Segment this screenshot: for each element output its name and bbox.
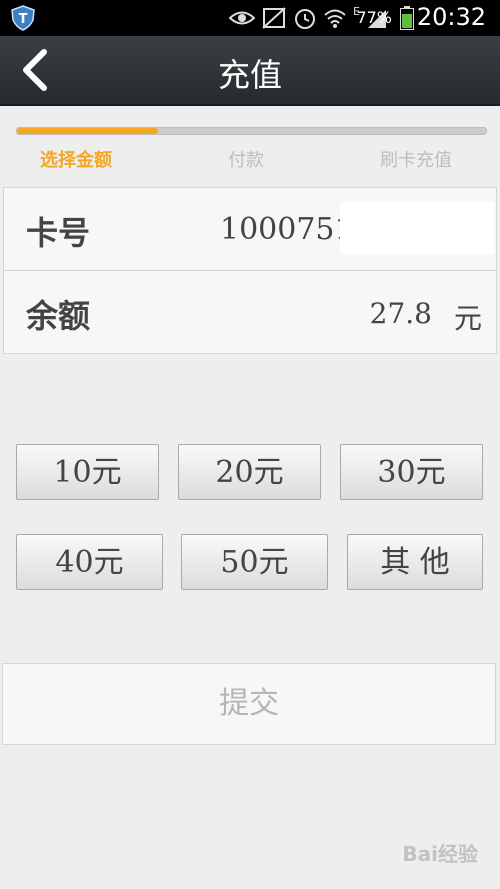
amount-button-other[interactable]: 其 他 bbox=[347, 534, 483, 590]
watermark: Bai经验 bbox=[402, 842, 478, 866]
nfc-off-icon bbox=[262, 7, 286, 29]
clock: 20:32 bbox=[416, 3, 486, 31]
amount-button-40[interactable]: 40元 bbox=[16, 534, 163, 590]
step-indicator: 选择金额 付款 刷卡充值 bbox=[0, 146, 500, 172]
amount-button-30[interactable]: 30元 bbox=[340, 444, 483, 500]
status-bar: T E 77% 20:32 bbox=[0, 0, 500, 36]
alarm-icon bbox=[295, 9, 316, 29]
page-title: 充值 bbox=[217, 56, 282, 94]
amount-button-20[interactable]: 20元 bbox=[178, 444, 321, 500]
shield-app-icon: T bbox=[11, 5, 35, 31]
eye-icon bbox=[229, 11, 256, 25]
amount-button-50[interactable]: 50元 bbox=[181, 534, 328, 590]
battery-icon bbox=[400, 6, 414, 30]
wifi-icon bbox=[324, 9, 346, 28]
balance-value: 27.8 bbox=[369, 297, 432, 330]
progress-fill bbox=[17, 128, 158, 134]
card-number-mask bbox=[340, 202, 494, 254]
battery-percent: 77% bbox=[356, 8, 392, 27]
card-number-label: 卡号 bbox=[26, 214, 91, 252]
balance-unit: 元 bbox=[453, 302, 482, 335]
balance-row: 余额 27.8 元 bbox=[4, 271, 496, 353]
step-payment: 付款 bbox=[228, 150, 264, 171]
card-number-row: 卡号 10007510 bbox=[4, 188, 496, 271]
balance-label: 余额 bbox=[26, 297, 91, 335]
submit-button[interactable]: 提交 bbox=[2, 663, 496, 745]
card-info-panel: 卡号 10007510 余额 27.8 元 bbox=[3, 187, 497, 354]
step-swipe-card: 刷卡充值 bbox=[380, 150, 452, 171]
svg-text:T: T bbox=[19, 12, 28, 27]
title-bar: 充值 bbox=[0, 36, 500, 106]
step-select-amount: 选择金额 bbox=[40, 150, 112, 171]
amount-button-10[interactable]: 10元 bbox=[16, 444, 159, 500]
progress-track bbox=[16, 127, 487, 135]
